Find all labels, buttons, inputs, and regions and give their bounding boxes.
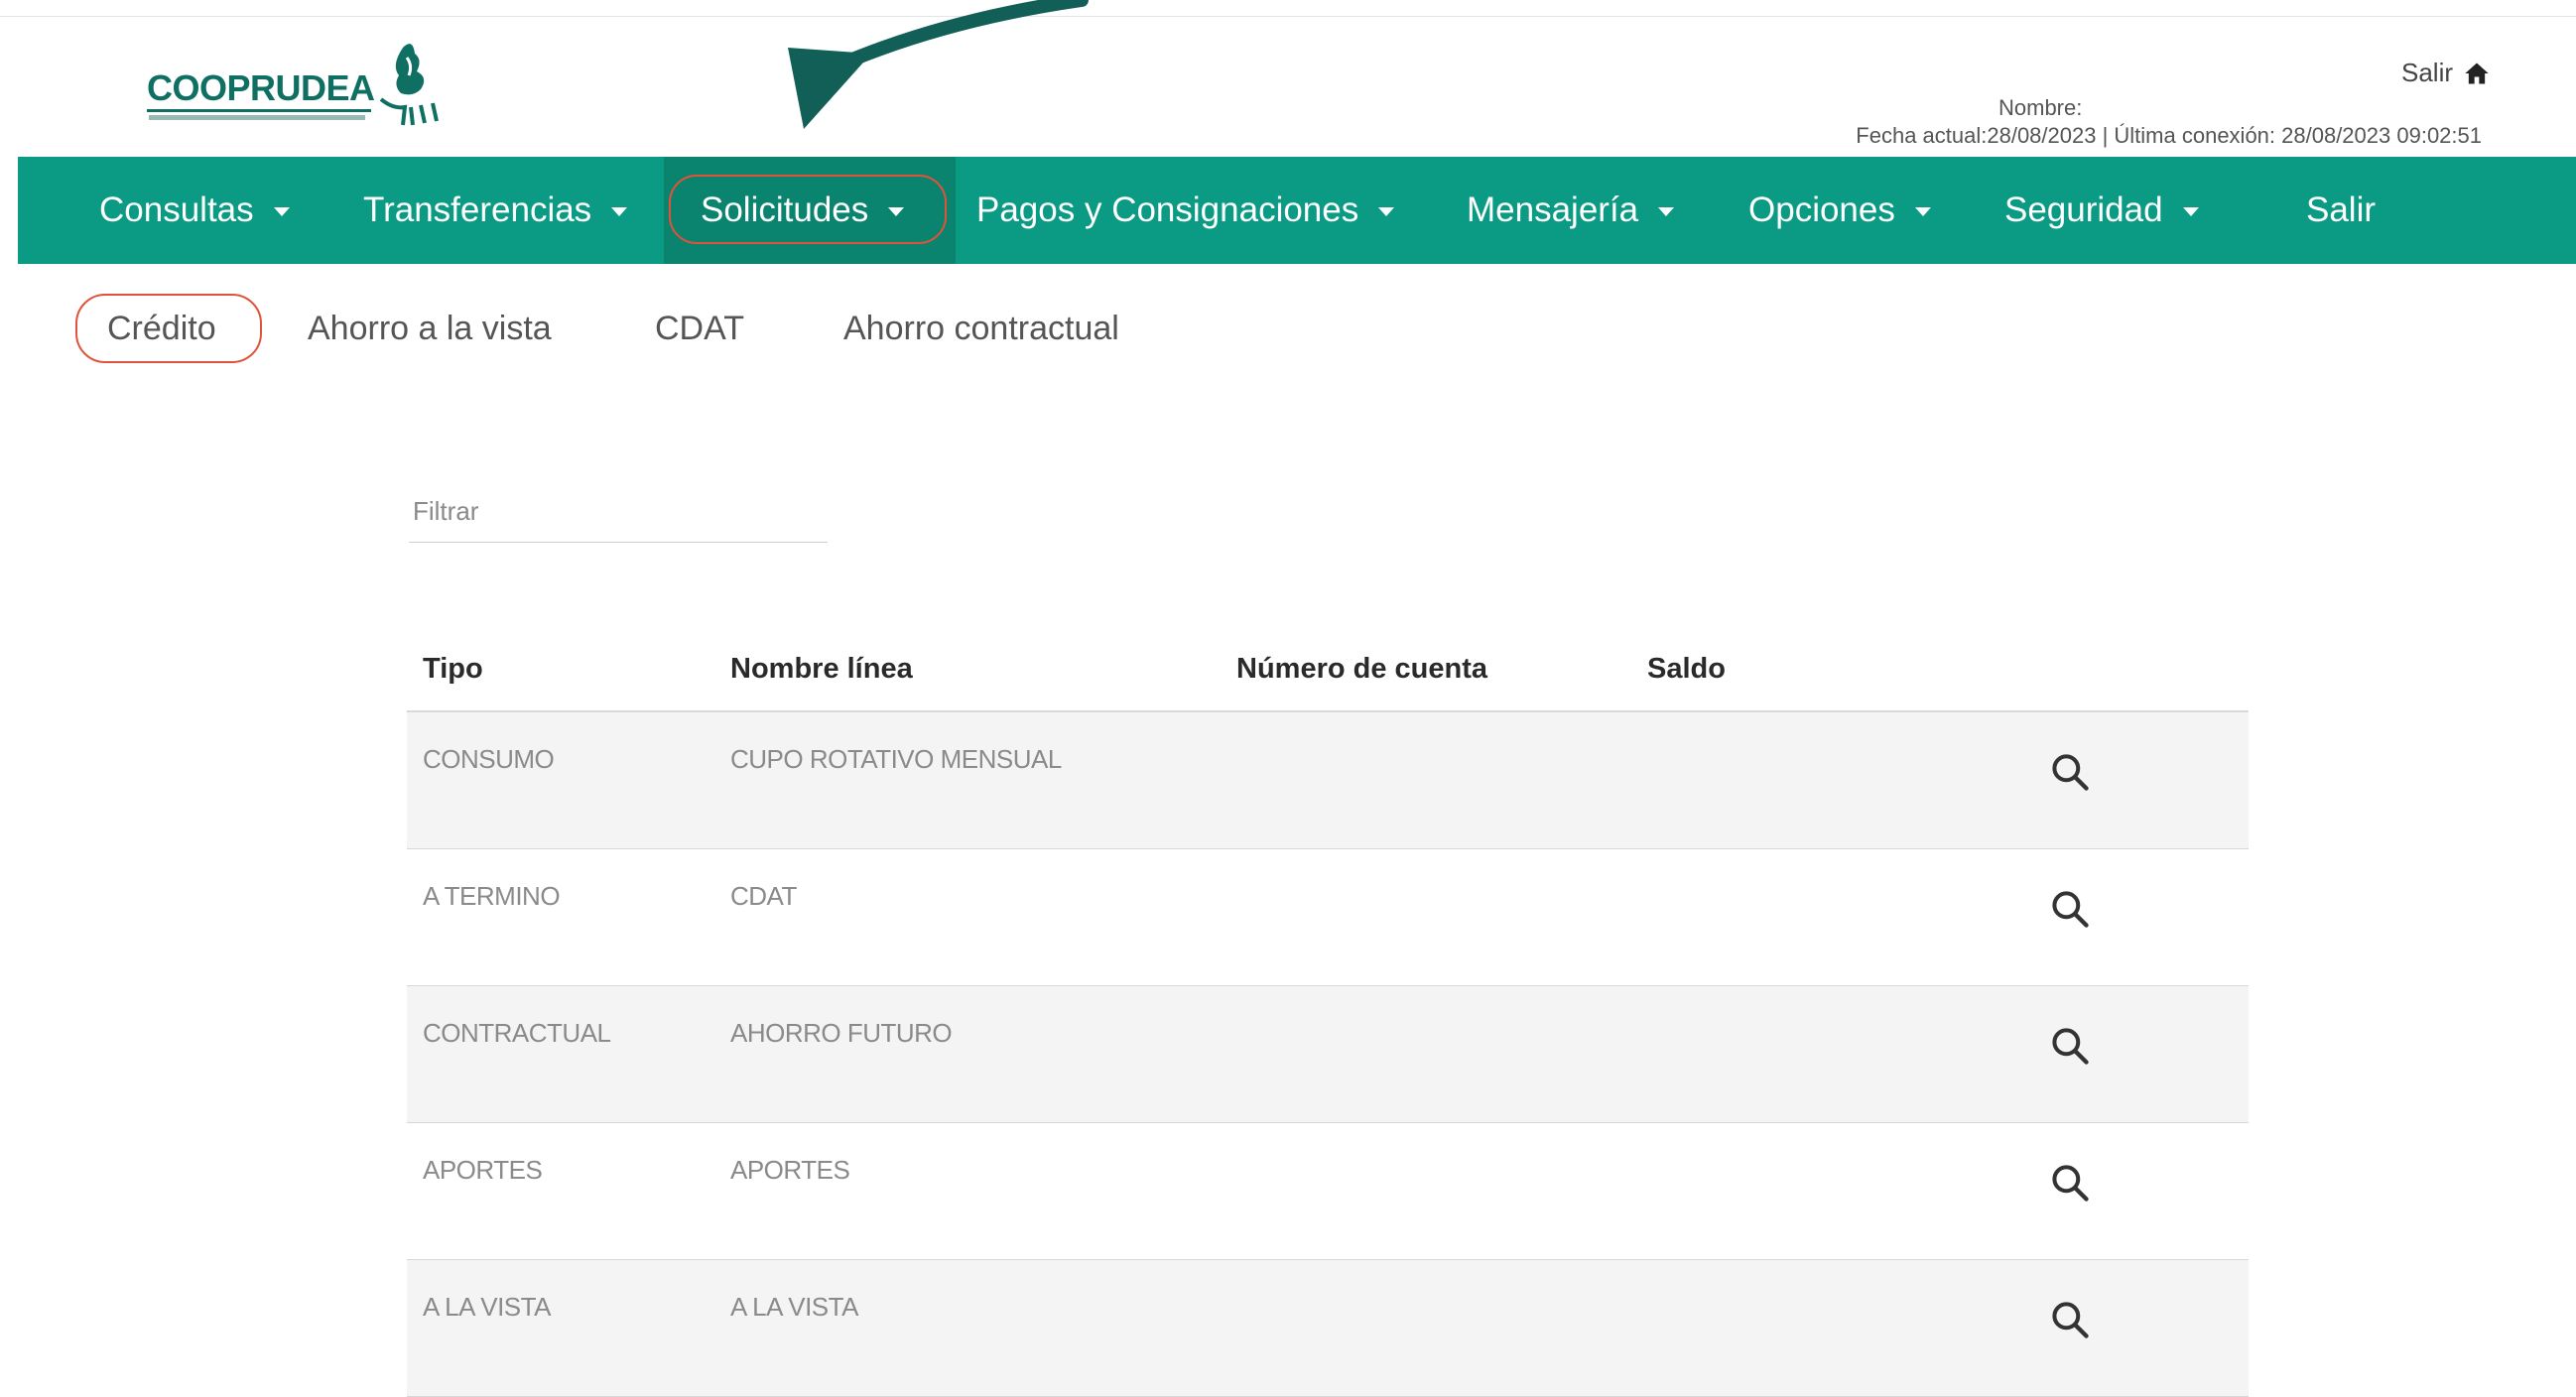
subtab-cdat[interactable]: CDAT	[655, 310, 744, 348]
nav-item-opciones[interactable]: Opciones	[1748, 157, 1931, 264]
cell-nombre-linea: APORTES	[730, 1155, 850, 1185]
nav-label: Opciones	[1748, 190, 1895, 229]
salir-label: Salir	[2400, 58, 2453, 87]
cell-nombre-linea: AHORRO FUTURO	[730, 1018, 953, 1048]
search-icon[interactable]	[2048, 887, 2092, 931]
search-icon[interactable]	[2048, 750, 2092, 794]
nav-item-consultas[interactable]: Consultas	[99, 157, 290, 264]
nav-label: Pagos y Consignaciones	[976, 190, 1359, 229]
nav-item-pagos[interactable]: Pagos y Consignaciones	[976, 157, 1395, 264]
cell-nombre-linea: A LA VISTA	[730, 1292, 858, 1322]
cell-nombre-linea: CUPO ROTATIVO MENSUAL	[730, 744, 1062, 774]
filter-input[interactable]	[409, 480, 828, 543]
logo-underline	[147, 109, 371, 112]
session-info: Fecha actual:28/08/2023 | Última conexió…	[1856, 123, 2482, 148]
cell-tipo: A TERMINO	[423, 881, 561, 911]
table-row: CONSUMO CUPO ROTATIVO MENSUAL	[407, 712, 2249, 849]
header-saldo: Saldo	[1647, 653, 1726, 685]
cell-tipo: CONTRACTUAL	[423, 1018, 611, 1048]
nav-item-seguridad[interactable]: Seguridad	[2004, 157, 2199, 264]
caret-down-icon	[1378, 206, 1395, 216]
header-tipo: Tipo	[423, 653, 483, 685]
caret-down-icon	[1658, 206, 1675, 216]
accounts-table: Tipo Nombre línea Número de cuenta Saldo…	[407, 635, 2249, 1397]
subtab-ahorro-vista[interactable]: Ahorro a la vista	[308, 310, 552, 348]
nav-label: Consultas	[99, 190, 254, 229]
main-navbar: Consultas Transferencias Solicitudes Pag…	[18, 157, 2576, 264]
search-icon[interactable]	[2048, 1298, 2092, 1341]
user-name-label: Nombre:	[1998, 95, 2083, 120]
cell-tipo: APORTES	[423, 1155, 543, 1185]
logo-emblem-icon	[379, 44, 439, 126]
table-row: APORTES APORTES	[407, 1123, 2249, 1260]
annotation-circle-solicitudes	[669, 175, 947, 244]
caret-down-icon	[1914, 206, 1931, 216]
search-icon[interactable]	[2048, 1161, 2092, 1205]
cell-tipo: A LA VISTA	[423, 1292, 551, 1322]
cell-tipo: CONSUMO	[423, 744, 555, 774]
header-nombre-linea: Nombre línea	[730, 653, 913, 685]
subtab-ahorro-contractual[interactable]: Ahorro contractual	[843, 310, 1119, 348]
header-numero-cuenta: Número de cuenta	[1236, 653, 1487, 685]
annotation-circle-credito	[75, 294, 262, 363]
nav-item-transferencias[interactable]: Transferencias	[363, 157, 628, 264]
nav-item-salir[interactable]: Salir	[2306, 157, 2376, 264]
nav-item-mensajeria[interactable]: Mensajería	[1467, 157, 1675, 264]
cell-nombre-linea: CDAT	[730, 881, 797, 911]
table-row: A LA VISTA A LA VISTA	[407, 1260, 2249, 1397]
logo-text: COOPRUDEA	[147, 67, 375, 108]
salir-link[interactable]: Salir	[2401, 58, 2491, 88]
top-divider	[0, 16, 2576, 17]
nav-label: Transferencias	[363, 190, 592, 229]
logo-subtitle	[149, 115, 365, 120]
cooprudea-logo[interactable]: COOPRUDEA	[147, 38, 445, 127]
nav-label: Seguridad	[2004, 190, 2163, 229]
caret-down-icon	[611, 206, 628, 216]
caret-down-icon	[273, 206, 290, 216]
table-row: A TERMINO CDAT	[407, 849, 2249, 986]
nav-label: Salir	[2306, 190, 2377, 229]
caret-down-icon	[2182, 206, 2199, 216]
annotation-arrow	[788, 0, 1089, 129]
nav-label: Mensajería	[1467, 190, 1639, 229]
table-header: Tipo Nombre línea Número de cuenta Saldo	[407, 635, 2249, 712]
search-icon[interactable]	[2048, 1024, 2092, 1068]
home-icon	[2465, 63, 2489, 83]
table-row: CONTRACTUAL AHORRO FUTURO	[407, 986, 2249, 1123]
